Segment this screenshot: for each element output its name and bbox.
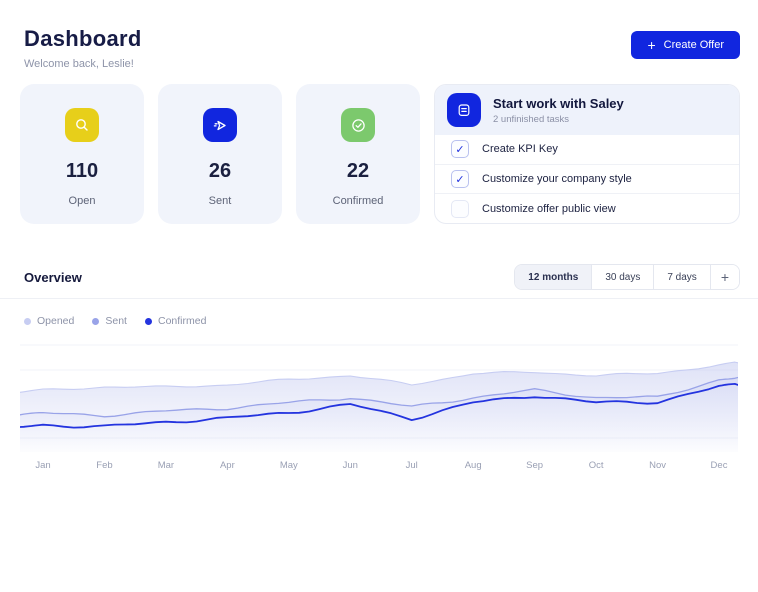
stat-value-open: 110 [66, 160, 98, 183]
legend-label: Confirmed [158, 315, 206, 327]
legend-dot-icon [92, 318, 99, 325]
stat-label-confirmed: Confirmed [333, 195, 384, 207]
task-panel: Start work with Saley 2 unfinished tasks… [434, 84, 740, 224]
clipboard-icon [447, 93, 481, 127]
area-chart-svg: Jan Feb Mar Apr May Jun Jul Aug Sep Oct Nov Dec [20, 340, 738, 475]
x-axis-label: Sep [526, 460, 543, 471]
legend-item-opened[interactable]: Opened [24, 315, 74, 327]
task-label: Create KPI Key [482, 143, 558, 155]
create-offer-label: Create Offer [664, 39, 724, 51]
task-list: ✓ Create KPI Key ✓ Customize your compan… [435, 135, 739, 223]
x-axis-label: Dec [711, 460, 728, 471]
stat-value-confirmed: 22 [347, 160, 369, 183]
chart-legend: Opened Sent Confirmed [24, 315, 758, 327]
stat-value-sent: 26 [209, 160, 231, 183]
dashboard-page: Dashboard Welcome back, Leslie! + Create… [0, 0, 758, 592]
stats-row: 110 Open 26 Sent 22 Confirmed [20, 84, 740, 224]
task-panel-header: Start work with Saley 2 unfinished tasks [435, 85, 739, 135]
stat-card-confirmed[interactable]: 22 Confirmed [296, 84, 420, 224]
x-axis-label: Jan [35, 460, 50, 471]
task-row[interactable]: ✓ Create KPI Key [435, 135, 739, 164]
range-button-12-months[interactable]: 12 months [515, 265, 591, 289]
page-subtitle: Welcome back, Leslie! [24, 58, 142, 70]
overview-bar: Overview 12 months 30 days 7 days + [24, 264, 740, 290]
plus-icon: + [647, 38, 655, 52]
checkbox-icon[interactable]: ✓ [451, 200, 469, 218]
stat-card-open[interactable]: 110 Open [20, 84, 144, 224]
checkbox-icon[interactable]: ✓ [451, 140, 469, 158]
task-label: Customize offer public view [482, 203, 616, 215]
task-header-text: Start work with Saley 2 unfinished tasks [493, 96, 624, 125]
x-axis-label: Aug [465, 460, 482, 471]
x-axis-label: May [280, 460, 298, 471]
x-axis-label: Mar [158, 460, 174, 471]
task-label: Customize your company style [482, 173, 632, 185]
task-row[interactable]: ✓ Customize your company style [435, 164, 739, 194]
page-heading-group: Dashboard Welcome back, Leslie! [24, 26, 142, 70]
task-row[interactable]: ✓ Customize offer public view [435, 193, 739, 223]
search-icon [65, 108, 99, 142]
legend-label: Sent [105, 315, 127, 327]
legend-dot-icon [24, 318, 31, 325]
legend-dot-icon [145, 318, 152, 325]
page-header: Dashboard Welcome back, Leslie! + Create… [0, 0, 758, 70]
stat-label-sent: Sent [209, 195, 232, 207]
send-icon [203, 108, 237, 142]
create-offer-button[interactable]: + Create Offer [631, 31, 740, 59]
time-range-group: 12 months 30 days 7 days + [514, 264, 740, 290]
legend-item-sent[interactable]: Sent [92, 315, 127, 327]
stat-label-open: Open [69, 195, 96, 207]
add-range-button[interactable]: + [710, 265, 739, 289]
overview-chart: Jan Feb Mar Apr May Jun Jul Aug Sep Oct Nov Dec [20, 340, 738, 475]
range-button-30-days[interactable]: 30 days [591, 265, 653, 289]
x-axis-label: Jul [406, 460, 418, 471]
task-panel-subtitle: 2 unfinished tasks [493, 114, 624, 125]
check-circle-icon [341, 108, 375, 142]
legend-label: Opened [37, 315, 74, 327]
section-divider [0, 298, 758, 299]
overview-title: Overview [24, 270, 82, 285]
checkbox-icon[interactable]: ✓ [451, 170, 469, 188]
task-panel-title: Start work with Saley [493, 96, 624, 111]
page-title: Dashboard [24, 26, 142, 52]
x-axis-label: Oct [589, 460, 604, 471]
x-axis-label: Jun [343, 460, 358, 471]
stat-card-sent[interactable]: 26 Sent [158, 84, 282, 224]
range-button-7-days[interactable]: 7 days [653, 265, 709, 289]
legend-item-confirmed[interactable]: Confirmed [145, 315, 206, 327]
x-axis-label: Nov [649, 460, 666, 471]
x-axis-label: Feb [96, 460, 112, 471]
x-axis-label: Apr [220, 460, 235, 471]
